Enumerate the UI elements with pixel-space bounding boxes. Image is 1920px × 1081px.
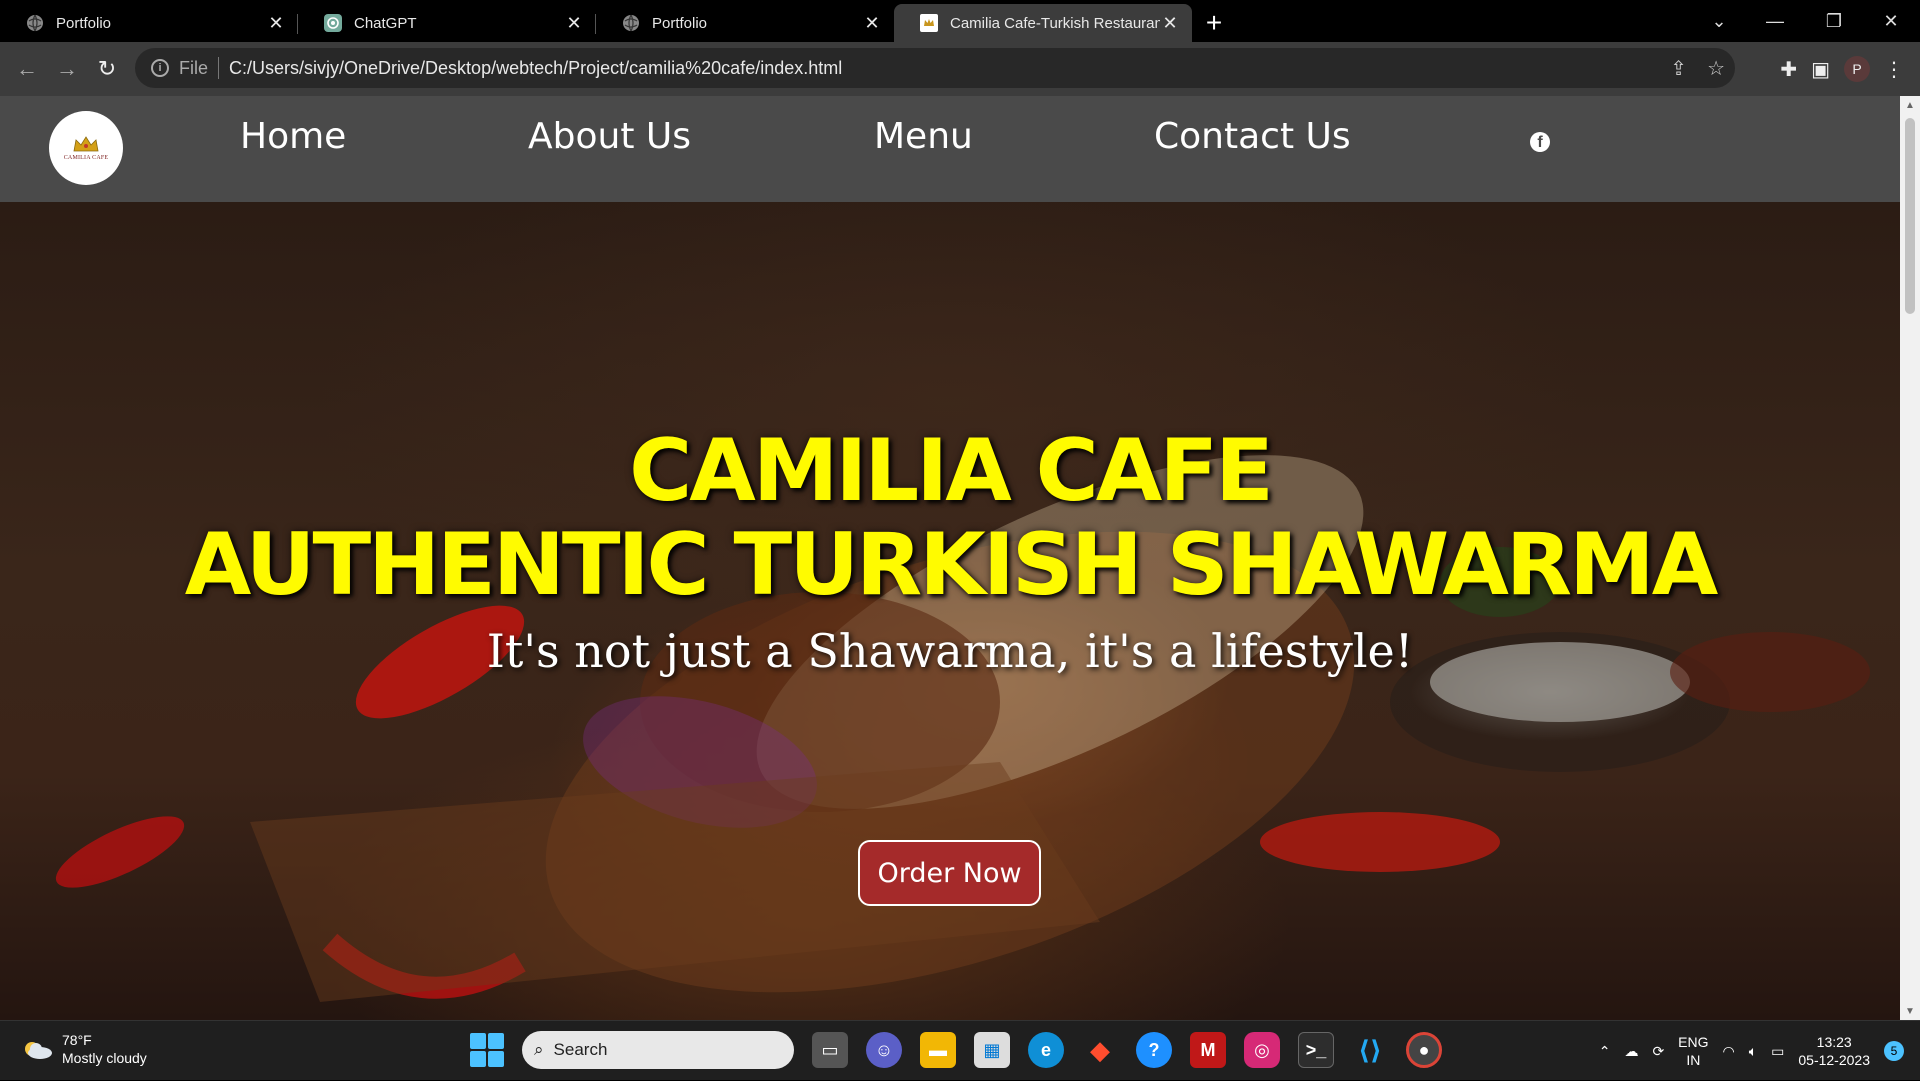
address-bar[interactable]: i File C:/Users/sivjy/OneDrive/Desktop/w… [135,48,1735,88]
nav-contact-us[interactable]: Contact Us [1154,116,1351,157]
scroll-thumb[interactable] [1905,118,1915,314]
logo-text: CAMILIA CAFE [63,155,109,161]
clock[interactable]: 13:23 05-12-2023 [1798,1033,1870,1069]
side-panel-icon[interactable]: ▣ [1811,57,1830,82]
order-now-button[interactable]: Order Now [858,840,1041,906]
restore-button[interactable]: ❐ [1805,0,1863,42]
browser-toolbar: ← → ↻ i File C:/Users/sivjy/OneDrive/Des… [0,42,1920,96]
notification-badge[interactable]: 5 [1884,1041,1904,1061]
close-tab-icon[interactable]: ✕ [266,13,286,34]
scheme-label: File [179,57,209,78]
forward-button[interactable]: → [47,49,87,89]
tab-portfolio-2[interactable]: Portfolio ✕ [596,4,894,42]
taskbar-search[interactable]: ⌕ Search [522,1031,794,1069]
microsoft-store-icon[interactable]: ▦ [974,1032,1010,1068]
share-icon[interactable]: ⇪ [1670,56,1687,81]
tab-portfolio-1[interactable]: Portfolio ✕ [0,4,298,42]
task-view-icon[interactable]: ▭ [812,1032,848,1068]
nav-menu[interactable]: Menu [874,116,973,157]
hero-subtitle: It's not just a Shawarma, it's a lifesty… [486,624,1414,678]
instagram-icon[interactable]: ◎ [1244,1032,1280,1068]
onedrive-icon[interactable]: ☁ [1624,1043,1638,1060]
globe-icon [622,14,640,32]
scroll-down-arrow-icon[interactable]: ▼ [1900,1002,1920,1020]
new-tab-button[interactable]: + [1192,4,1236,42]
battery-icon[interactable]: ▭ [1771,1043,1784,1060]
page-viewport: CAMILIA CAFE Home About Us Menu Contact … [0,96,1900,1020]
nav-home[interactable]: Home [240,116,346,157]
tab-strip: Portfolio ✕ ChatGPT ✕ Portfolio ✕ Camili… [0,0,1920,42]
page-scrollbar[interactable]: ▲ ▼ [1900,96,1920,1020]
hero-section: CAMILIA CAFE AUTHENTIC TURKISH SHAWARMA … [0,202,1900,1020]
close-tab-icon[interactable]: ✕ [564,13,584,34]
region-code: IN [1686,1052,1701,1068]
close-window-button[interactable]: ✕ [1862,0,1920,42]
wifi-icon[interactable]: ◠ [1723,1043,1735,1060]
tab-title: Portfolio [652,14,708,32]
file-explorer-icon[interactable]: ▬ [920,1032,956,1068]
volume-icon[interactable]: 🔈︎ [1749,1043,1757,1060]
scroll-up-arrow-icon[interactable]: ▲ [1900,96,1920,114]
chevron-up-icon[interactable]: ⌃ [1599,1043,1611,1060]
profile-avatar[interactable]: P [1844,56,1870,82]
hero-title-line-2: AUTHENTIC TURKISH SHAWARMA [184,515,1719,615]
tab-search-icon[interactable]: ⌄ [1690,0,1748,42]
vscode-icon[interactable]: ⟨⟩ [1352,1032,1388,1068]
cloud-icon [25,1042,52,1059]
minimize-button[interactable]: — [1746,0,1804,42]
close-tab-icon[interactable]: ✕ [862,13,882,34]
terminal-icon[interactable]: >_ [1298,1032,1334,1068]
nav-about-us[interactable]: About Us [528,116,691,157]
info-icon[interactable]: i [151,59,169,77]
clock-time: 13:23 [1816,1034,1852,1050]
tab-title: Camilia Cafe-Turkish Restaurant [950,14,1160,32]
search-icon: ⌕ [534,1040,544,1059]
chatgpt-icon [324,14,342,32]
edge-icon[interactable]: e [1028,1032,1064,1068]
camilia-favicon [920,14,938,32]
weather-widget[interactable]: 78°F Mostly cloudy [20,1031,147,1067]
help-icon[interactable]: ? [1136,1032,1172,1068]
chrome-icon[interactable]: ● [1406,1032,1442,1068]
weather-condition: Mostly cloudy [62,1050,147,1066]
tab-title: ChatGPT [354,14,417,32]
tab-title: Portfolio [56,14,112,32]
menu-kebab-icon[interactable]: ⋮ [1884,57,1904,82]
address-divider [218,57,220,79]
back-button[interactable]: ← [7,49,47,89]
weather-temp: 78°F [62,1032,92,1048]
site-logo[interactable]: CAMILIA CAFE [49,111,123,185]
search-placeholder: Search [553,1040,608,1059]
sync-icon[interactable]: ⟳ [1652,1043,1664,1060]
bookmark-star-icon[interactable]: ☆ [1707,56,1725,81]
teams-chat-icon[interactable]: ☺ [866,1032,902,1068]
windows-start-icon[interactable] [470,1033,504,1067]
taskbar-apps: ⌕ Search ▭ ☺ ▬ ▦ e ◆ ? M ◎ >_ ⟨⟩ ● [470,1031,1442,1069]
hero-title-line-1: CAMILIA CAFE [629,421,1274,521]
url-text[interactable]: C:/Users/sivjy/OneDrive/Desktop/webtech/… [229,58,842,79]
windows-taskbar: 78°F Mostly cloudy ⌕ Search ▭ ☺ ▬ ▦ e ◆ … [0,1020,1920,1080]
globe-icon [26,14,44,32]
language-indicator[interactable]: ENG IN [1678,1033,1708,1069]
facebook-icon[interactable]: f [1530,132,1550,152]
reload-button[interactable]: ↻ [87,49,127,89]
close-tab-icon[interactable]: ✕ [1160,13,1180,34]
app-diamond-icon[interactable]: ◆ [1082,1032,1118,1068]
mcafee-icon[interactable]: M [1190,1032,1226,1068]
tab-chatgpt[interactable]: ChatGPT ✕ [298,4,596,42]
tab-camilia-cafe[interactable]: Camilia Cafe-Turkish Restaurant ✕ [894,4,1192,42]
site-navbar: CAMILIA CAFE Home About Us Menu Contact … [0,96,1900,202]
system-tray: ⌃ ☁ ⟳ ENG IN ◠ 🔈︎ ▭ 13:23 05-12-2023 5 [1599,1021,1920,1081]
extensions-icon[interactable]: ✚ [1780,57,1797,82]
crown-icon [73,136,99,152]
clock-date: 05-12-2023 [1798,1052,1870,1068]
language-code: ENG [1678,1034,1709,1050]
